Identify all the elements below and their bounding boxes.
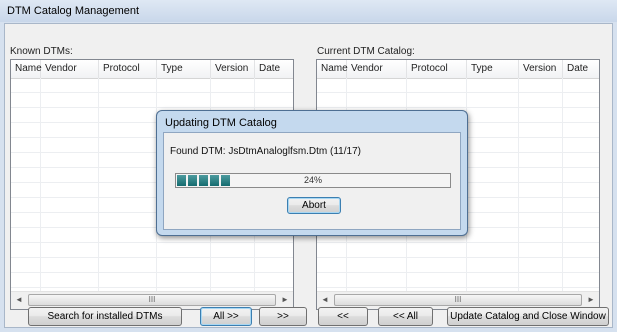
dialog-body: Found DTM: JsDtmAnaloglfsm.Dtm (11/17) 2… [163,132,461,230]
window-titlebar[interactable]: DTM Catalog Management [0,0,617,22]
current-col-protocol[interactable]: Protocol [407,60,467,78]
known-col-date[interactable]: Date [255,60,293,78]
dialog-title: Updating DTM Catalog [165,117,277,129]
scroll-left-arrow-icon[interactable]: ◄ [317,292,333,308]
grid-line [98,78,99,293]
current-catalog-header: Name Vendor Protocol Type Version Date [317,60,599,79]
grid-line [562,78,563,293]
known-col-name[interactable]: Name [11,60,42,78]
scroll-thumb[interactable]: III [334,294,582,306]
scroll-right-arrow-icon[interactable]: ► [583,292,599,308]
known-col-type[interactable]: Type [157,60,211,78]
known-col-version[interactable]: Version [211,60,255,78]
current-col-name[interactable]: Name [317,60,348,78]
window-title: DTM Catalog Management [7,5,140,17]
updating-catalog-dialog: Updating DTM Catalog Found DTM: JsDtmAna… [156,110,468,236]
current-col-vendor[interactable]: Vendor [347,60,407,78]
remove-selected-button[interactable]: << [318,307,368,326]
scroll-grip-icon: III [148,295,156,304]
known-col-vendor[interactable]: Vendor [41,60,99,78]
update-catalog-close-button[interactable]: Update Catalog and Close Window [447,307,609,326]
update-progress-bar: 24% [175,173,451,188]
dtm-catalog-window: DTM Catalog Management Known DTMs: Name … [0,0,617,332]
grid-line [518,78,519,293]
scroll-thumb[interactable]: III [28,294,276,306]
known-dtms-label: Known DTMs: [10,46,73,57]
search-installed-dtms-button[interactable]: Search for installed DTMs [28,307,182,326]
current-catalog-label: Current DTM Catalog: [317,46,415,57]
remove-all-button[interactable]: << All [378,307,433,326]
add-all-button[interactable]: All >> [200,307,252,326]
current-col-type[interactable]: Type [467,60,519,78]
scroll-right-arrow-icon[interactable]: ► [277,292,293,308]
known-col-protocol[interactable]: Protocol [99,60,157,78]
scroll-grip-icon: III [454,295,462,304]
add-selected-button[interactable]: >> [259,307,307,326]
progress-percent-text: 24% [303,175,322,185]
known-dtms-header: Name Vendor Protocol Type Version Date [11,60,293,79]
grid-line [40,78,41,293]
found-dtm-message: Found DTM: JsDtmAnaloglfsm.Dtm (11/17) [170,146,361,157]
abort-button[interactable]: Abort [287,197,341,214]
scroll-left-arrow-icon[interactable]: ◄ [11,292,27,308]
current-col-date[interactable]: Date [563,60,599,78]
current-col-version[interactable]: Version [519,60,563,78]
